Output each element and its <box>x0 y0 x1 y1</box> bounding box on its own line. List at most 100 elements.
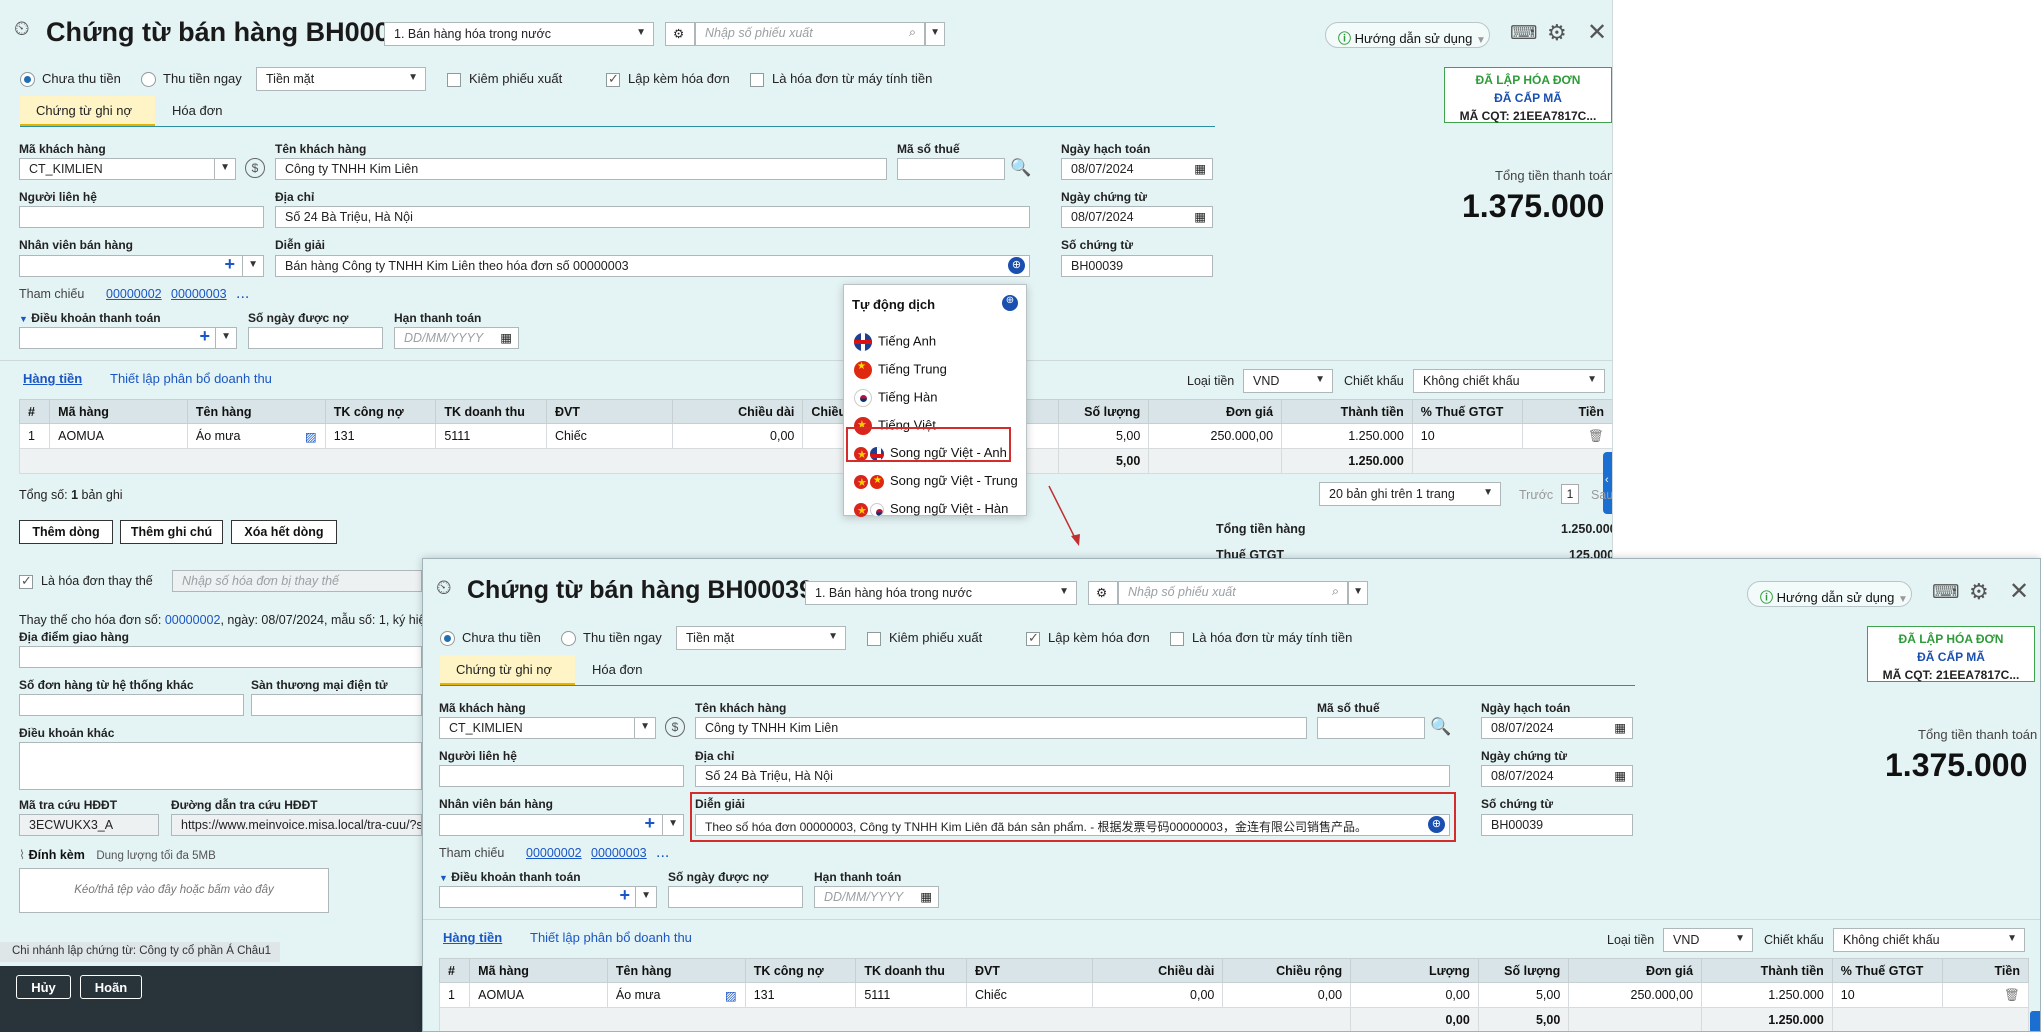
translate-icon[interactable]: ⊕ <box>1002 295 1018 311</box>
export-slip-dropdown[interactable]: ▼ <box>1348 581 1368 605</box>
cell[interactable]: 1.250.000 <box>1281 423 1413 449</box>
more-references[interactable]: ... <box>656 844 669 862</box>
cell[interactable]: AOMUA <box>49 423 188 449</box>
due-date-input[interactable]: DD/MM/YYYY ▦ <box>394 327 519 349</box>
voucher-date-input[interactable]: 08/07/2024 ▦ <box>1061 206 1213 228</box>
currency-icon[interactable]: $ <box>245 158 265 178</box>
lookup-url-input[interactable]: https://www.meinvoice.misa.local/tra-cuu… <box>171 814 422 836</box>
add-note-button[interactable]: Thêm ghi chú <box>120 520 223 544</box>
tax-code-input[interactable] <box>897 158 1005 180</box>
calendar-icon[interactable]: ▦ <box>1614 720 1626 735</box>
calendar-icon[interactable]: ▦ <box>920 889 932 904</box>
tax-lookup-icon[interactable]: 🔍 <box>1430 717 1451 737</box>
tab-goods[interactable]: Hàng tiền <box>443 930 502 945</box>
contact-input[interactable] <box>19 206 264 228</box>
settings-small-button[interactable]: ⚙ <box>665 22 695 46</box>
help-button[interactable]: ⓘ Hướng dẫn sử dụng ▼ <box>1325 22 1490 48</box>
calendar-icon[interactable]: ▦ <box>500 330 512 345</box>
cell[interactable]: 0,00 <box>671 423 804 449</box>
customer-code-dropdown[interactable]: ▼ <box>634 717 656 739</box>
salesperson-input[interactable]: + <box>439 814 664 836</box>
delivery-place-input[interactable] <box>19 646 422 668</box>
reference-link-2[interactable]: 00000003 <box>591 846 647 860</box>
add-salesperson-icon[interactable]: + <box>224 256 235 275</box>
contact-input[interactable] <box>439 765 684 787</box>
salesperson-dropdown[interactable]: ▼ <box>242 255 264 277</box>
payment-terms-input[interactable]: + <box>439 886 639 908</box>
salesperson-input[interactable]: + <box>19 255 244 277</box>
scroll-indicator[interactable] <box>2030 1011 2040 1031</box>
next-page[interactable]: Sau <box>1591 488 1612 502</box>
cell[interactable]: 5,00 <box>1477 982 1570 1008</box>
export-slip-input[interactable]: Nhập số phiếu xuất ⌕ <box>695 22 925 46</box>
marketplace-input[interactable] <box>251 694 422 716</box>
cash-register-checkbox[interactable]: Là hóa đơn từ máy tính tiền <box>750 71 932 87</box>
payment-terms-dropdown[interactable]: ▼ <box>635 886 657 908</box>
radio-unpaid[interactable]: Chưa thu tiền <box>20 71 121 88</box>
currency-select[interactable]: VND ▼ <box>1663 928 1753 952</box>
cell[interactable]: Áo mưa ▨ <box>606 982 746 1008</box>
table-row[interactable]: 1 AOMUA Áo mưa ▨ 131 5111 Chiếc 0,00 0,00… <box>438 982 2029 1008</box>
description-input[interactable]: Bán hàng Công ty TNHH Kim Liên theo hóa … <box>275 255 1030 277</box>
debt-days-input[interactable] <box>248 327 383 349</box>
address-input[interactable]: Số 24 Bà Triệu, Hà Nội <box>695 765 1450 787</box>
cell[interactable]: 250.000,00 <box>1568 982 1703 1008</box>
revenue-allocation-link[interactable]: Thiết lập phân bổ doanh thu <box>110 371 272 386</box>
cell[interactable]: 0,00 <box>1091 982 1224 1008</box>
customer-name-input[interactable]: Công ty TNHH Kim Liên <box>695 717 1307 739</box>
export-slip-input[interactable]: Nhập số phiếu xuất ⌕ <box>1118 581 1348 605</box>
calendar-icon[interactable]: ▦ <box>1614 768 1626 783</box>
customer-code-input[interactable]: CT_KIMLIEN+ <box>19 158 236 180</box>
lookup-code-input[interactable]: 3ECWUKX3_A <box>19 814 159 836</box>
cell[interactable]: 250.000,00 <box>1148 423 1283 449</box>
add-row-button[interactable]: Thêm dòng <box>19 520 113 544</box>
salesperson-dropdown[interactable]: ▼ <box>662 814 684 836</box>
replaced-invoice-input[interactable]: Nhập số hóa đơn bị thay thế <box>172 570 422 592</box>
replacement-invoice-checkbox[interactable]: Là hóa đơn thay thế <box>19 573 153 589</box>
replace-for-link[interactable]: 00000002 <box>165 613 221 627</box>
cell[interactable]: 131 <box>744 982 857 1008</box>
cell[interactable]: 0,00 <box>1350 982 1479 1008</box>
keyboard-icon[interactable]: ⌨ <box>1510 22 1537 45</box>
reference-link-1[interactable]: 00000002 <box>106 287 162 301</box>
keyboard-icon[interactable]: ⌨ <box>1932 581 1959 604</box>
translate-icon[interactable]: ⊕ <box>1008 257 1025 274</box>
close-icon[interactable]: ✕ <box>2009 577 2029 606</box>
reference-link-1[interactable]: 00000002 <box>526 846 582 860</box>
tax-lookup-icon[interactable]: 🔍 <box>1010 158 1031 178</box>
trash-icon[interactable]: 🗑 <box>1588 429 1604 443</box>
currency-select[interactable]: VND ▼ <box>1243 369 1333 393</box>
with-invoice-checkbox[interactable]: Lập kèm hóa đơn <box>1026 630 1150 646</box>
tab-debt-voucher[interactable]: Chứng từ ghi nợ <box>20 96 155 126</box>
export-slip-checkbox[interactable]: Kiêm phiếu xuất <box>867 630 982 646</box>
other-terms-textarea[interactable] <box>19 742 422 790</box>
discount-select[interactable]: Không chiết khấu ▼ <box>1413 369 1605 393</box>
history-icon[interactable]: ⏲ <box>14 18 30 41</box>
collapse-panel-button[interactable]: ‹ <box>1603 452 1612 514</box>
translate-option-vi-kr[interactable]: Song ngữ Việt - Hàn <box>844 493 1026 527</box>
cell[interactable]: Chiếc <box>965 982 1093 1008</box>
settings-small-button[interactable]: ⚙ <box>1088 581 1118 605</box>
prev-page[interactable]: Trước <box>1519 488 1553 502</box>
customer-code-input[interactable]: CT_KIMLIEN+ <box>439 717 656 739</box>
item-image-icon[interactable]: ▨ <box>305 429 317 444</box>
history-icon[interactable]: ⏲ <box>436 577 452 600</box>
cell[interactable]: 🗑 <box>1522 423 1612 449</box>
help-button[interactable]: ⓘ Hướng dẫn sử dụng ▼ <box>1747 581 1912 607</box>
posting-date-input[interactable]: 08/07/2024 ▦ <box>1481 717 1633 739</box>
customer-name-input[interactable]: Công ty TNHH Kim Liên <box>275 158 887 180</box>
trash-icon[interactable]: 🗑 <box>2004 988 2020 1002</box>
payment-terms-dropdown[interactable]: ▼ <box>215 327 237 349</box>
cash-register-checkbox[interactable]: Là hóa đơn từ máy tính tiền <box>1170 630 1352 646</box>
tab-goods[interactable]: Hàng tiền <box>23 371 82 386</box>
cell[interactable]: 5111 <box>435 423 547 449</box>
attachment-dropzone[interactable]: Kéo/thả tệp vào đây hoặc bấm vào đây <box>19 868 329 913</box>
cell[interactable]: Chiếc <box>545 423 673 449</box>
item-image-icon[interactable]: ▨ <box>725 988 737 1003</box>
address-input[interactable]: Số 24 Bà Triệu, Hà Nội <box>275 206 1030 228</box>
delete-all-rows-button[interactable]: Xóa hết dòng <box>231 520 337 544</box>
cancel-button[interactable]: Hủy <box>16 975 71 999</box>
voucher-type-select[interactable]: 1. Bán hàng hóa trong nước ▼ <box>805 581 1077 605</box>
tax-code-input[interactable] <box>1317 717 1425 739</box>
voucher-date-input[interactable]: 08/07/2024 ▦ <box>1481 765 1633 787</box>
